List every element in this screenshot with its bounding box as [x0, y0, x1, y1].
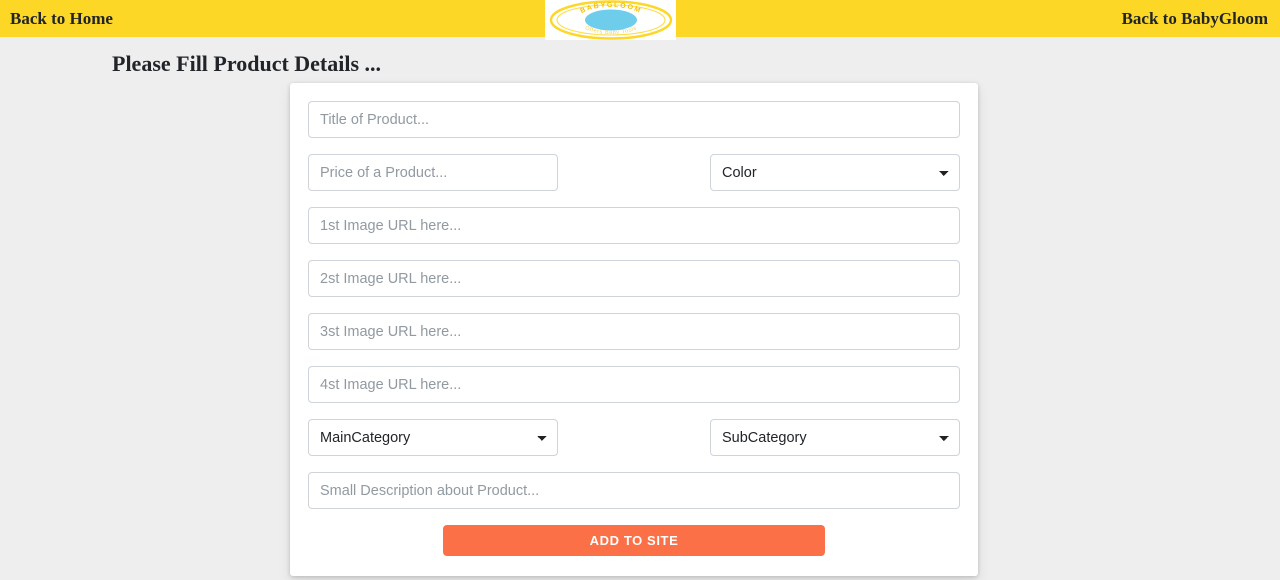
back-to-babygloom-link[interactable]: Back to BabyGloom [1122, 10, 1280, 27]
babygloom-oval-logo-icon: BABYGLOOM Offers Baby Tools [549, 0, 672, 40]
main-category-select[interactable]: MainCategory [308, 419, 558, 456]
form-row-image1 [308, 207, 960, 244]
image2-url-input[interactable] [308, 260, 960, 297]
product-title-input[interactable] [308, 101, 960, 138]
color-select[interactable]: Color [710, 154, 960, 191]
top-navigation-bar: Back to Home BABYGLOOM Offers Baby Tools… [0, 0, 1280, 40]
form-row-title [308, 101, 960, 138]
form-row-description [308, 472, 960, 509]
babygloom-logo[interactable]: BABYGLOOM Offers Baby Tools [545, 0, 676, 40]
image4-url-input[interactable] [308, 366, 960, 403]
form-row-image4 [308, 366, 960, 403]
add-to-site-button[interactable]: ADD TO SITE [443, 525, 825, 556]
product-price-input[interactable] [308, 154, 558, 191]
form-row-image3 [308, 313, 960, 350]
image3-url-input[interactable] [308, 313, 960, 350]
form-row-image2 [308, 260, 960, 297]
form-row-categories: MainCategory SubCategory [308, 419, 960, 456]
image1-url-input[interactable] [308, 207, 960, 244]
product-description-input[interactable] [308, 472, 960, 509]
back-to-home-link[interactable]: Back to Home [0, 10, 113, 27]
form-row-price-color: Color [308, 154, 960, 191]
form-row-submit: ADD TO SITE [308, 525, 960, 556]
page-title: Please Fill Product Details ... [112, 51, 382, 76]
product-details-form-card: Color MainCategory SubCategory ADD TO SI… [290, 83, 978, 576]
sub-category-select[interactable]: SubCategory [710, 419, 960, 456]
